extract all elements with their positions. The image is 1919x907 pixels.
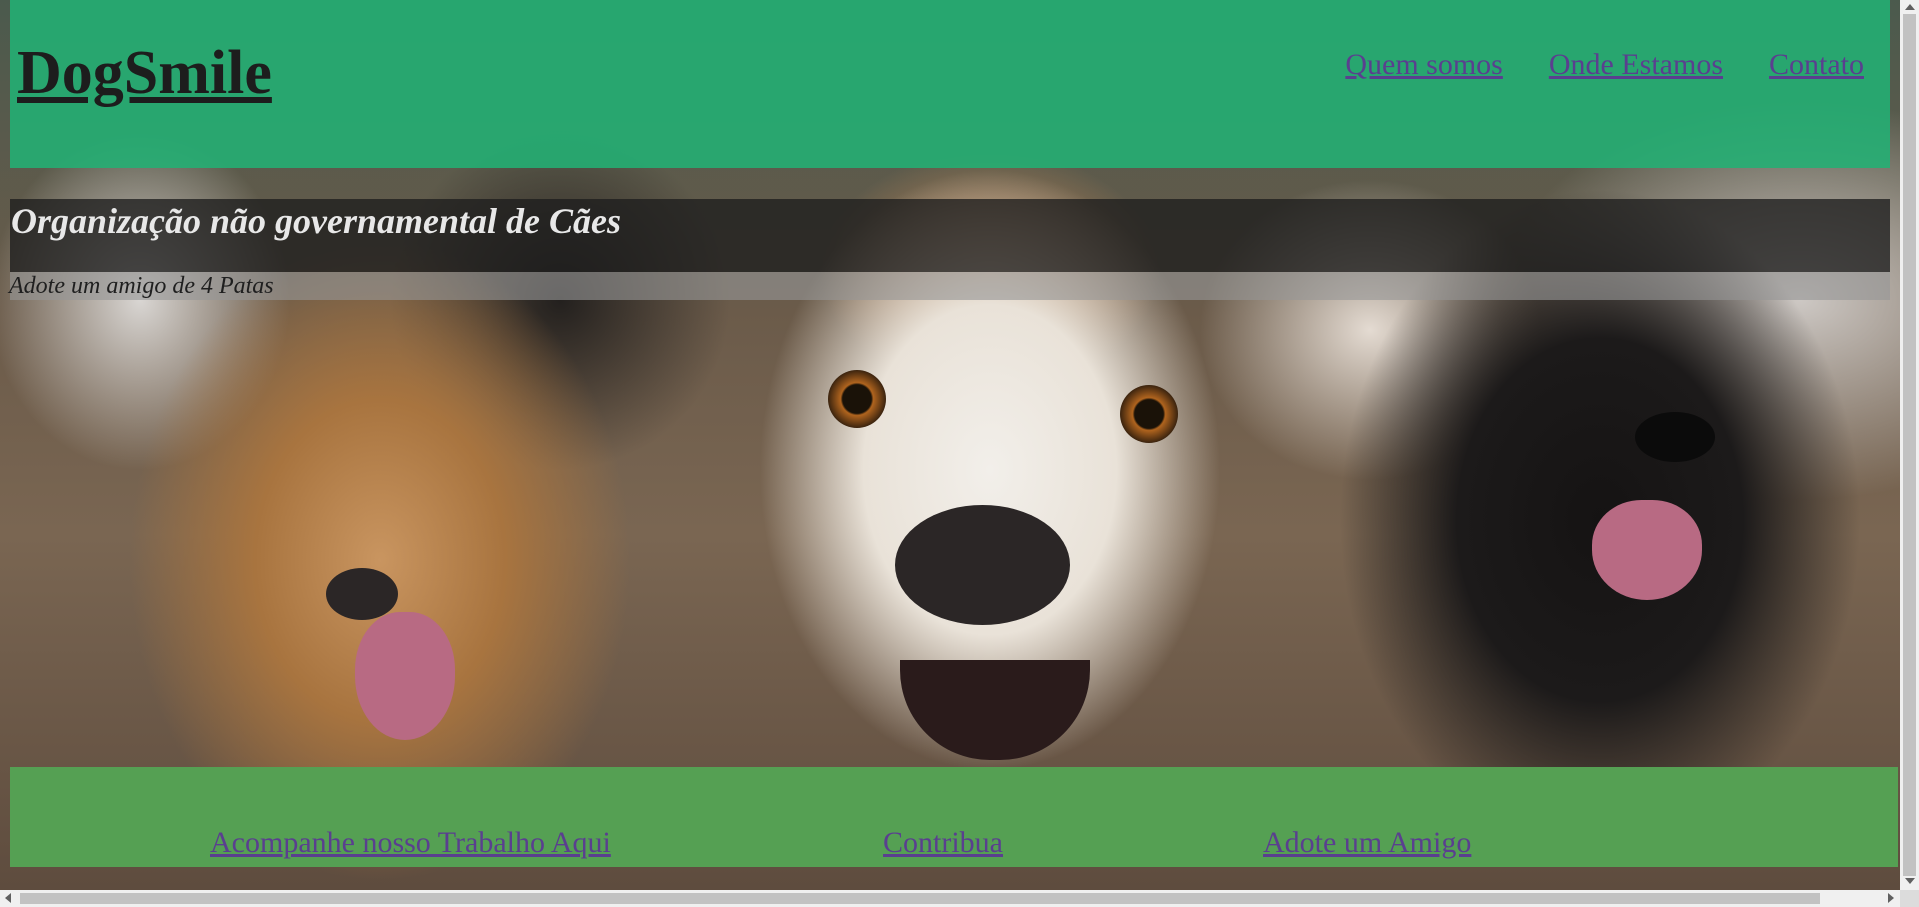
dog-eye-left bbox=[828, 370, 886, 428]
dog-eye-right bbox=[1120, 385, 1178, 443]
dog-nose-center bbox=[895, 505, 1070, 625]
dog-nose-left bbox=[326, 568, 398, 620]
scroll-right-icon[interactable] bbox=[1888, 893, 1894, 903]
hero-tagline: Adote um amigo de 4 Patas bbox=[9, 273, 274, 299]
brand-logo-link[interactable]: DogSmile bbox=[17, 38, 272, 109]
dog-nose-right bbox=[1635, 412, 1715, 462]
footer-link-adote[interactable]: Adote um Amigo bbox=[1263, 826, 1471, 860]
dog-mouth-center bbox=[900, 660, 1090, 760]
tagline-banner bbox=[10, 272, 1890, 300]
scrollbar-corner bbox=[1900, 890, 1919, 907]
main-nav: Quem somos Onde Estamos Contato bbox=[1345, 48, 1864, 82]
scroll-down-icon[interactable] bbox=[1905, 878, 1915, 884]
dog-tongue-left bbox=[355, 612, 455, 740]
footer-link-contribua[interactable]: Contribua bbox=[883, 826, 1003, 860]
scroll-up-icon[interactable] bbox=[1905, 4, 1915, 10]
site-header: DogSmile Quem somos Onde Estamos Contato bbox=[10, 0, 1890, 168]
footer-links-bar: Acompanhe nosso Trabalho Aqui Contribua … bbox=[10, 767, 1898, 867]
vertical-scroll-thumb[interactable] bbox=[1903, 14, 1916, 876]
nav-link-contato[interactable]: Contato bbox=[1769, 48, 1864, 82]
nav-link-onde-estamos[interactable]: Onde Estamos bbox=[1549, 48, 1723, 82]
hero-subtitle: Organização não governamental de Cães bbox=[11, 201, 622, 241]
nav-link-quem-somos[interactable]: Quem somos bbox=[1345, 48, 1503, 82]
dog-tongue-right bbox=[1592, 500, 1702, 600]
horizontal-scrollbar[interactable] bbox=[0, 890, 1900, 907]
vertical-scrollbar[interactable] bbox=[1900, 0, 1919, 890]
footer-link-acompanhe[interactable]: Acompanhe nosso Trabalho Aqui bbox=[210, 826, 611, 860]
scroll-left-icon[interactable] bbox=[5, 893, 11, 903]
horizontal-scroll-thumb[interactable] bbox=[20, 893, 1820, 904]
